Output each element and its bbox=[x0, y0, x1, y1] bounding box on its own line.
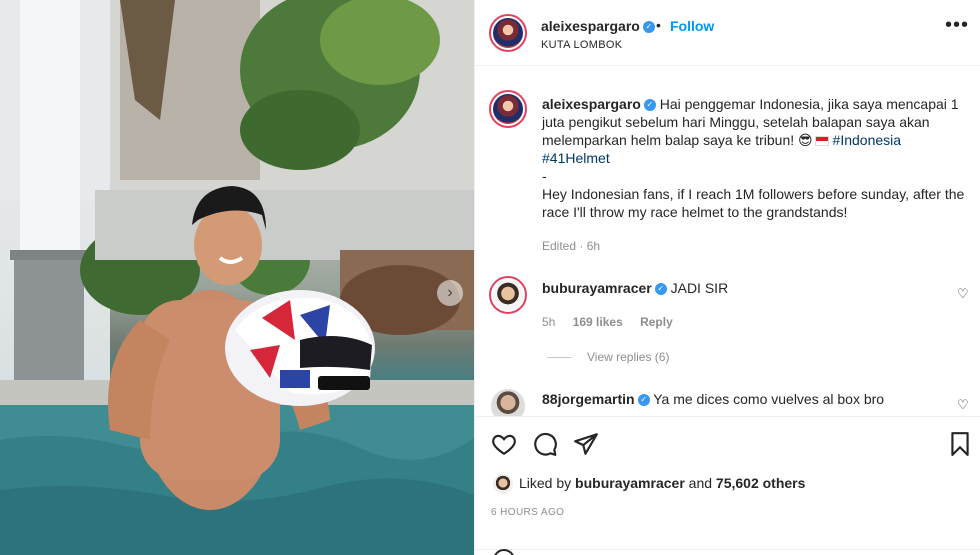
liked-by-user[interactable]: buburayamracer bbox=[575, 475, 685, 491]
author-username-text: aleixespargaro bbox=[541, 18, 640, 34]
comment-item: buburayamracer ✓ JADI SIR bbox=[542, 280, 728, 296]
caption-avatar-image bbox=[493, 94, 523, 124]
comment-meta: 5h 169 likes Reply bbox=[542, 315, 687, 329]
view-replies-button[interactable]: View replies (6) bbox=[547, 350, 669, 364]
caption-username[interactable]: aleixespargaro ✓ bbox=[542, 96, 656, 112]
caption-dash: - bbox=[542, 168, 547, 184]
caption-edited-time: Edited · 6h bbox=[542, 239, 601, 253]
post-timestamp[interactable]: 6 HOURS AGO bbox=[491, 507, 564, 518]
liked-by-summary[interactable]: Liked by buburayamracer and 75,602 other… bbox=[519, 475, 805, 491]
comment-username-text: 88jorgemartin bbox=[542, 391, 635, 407]
sunglasses-emoji-icon: 😎 bbox=[798, 132, 813, 148]
liked-by-avatar[interactable] bbox=[493, 474, 513, 494]
comment-username[interactable]: 88jorgemartin ✓ bbox=[542, 391, 650, 407]
comment-like-heart-icon[interactable]: ♡ bbox=[957, 286, 969, 302]
caption-author-avatar[interactable] bbox=[489, 90, 527, 128]
comment-item: 88jorgemartin ✓ Ya me dices como vuelves … bbox=[542, 391, 884, 407]
comment-reply-button[interactable]: Reply bbox=[640, 315, 673, 329]
verified-badge-icon: ✓ bbox=[643, 99, 656, 112]
author-avatar-image bbox=[493, 18, 523, 48]
photo-scene bbox=[0, 0, 474, 555]
comment-bubble-icon[interactable] bbox=[532, 431, 558, 457]
verified-badge-icon: ✓ bbox=[642, 21, 655, 34]
comment-avatar[interactable] bbox=[489, 276, 527, 314]
liked-by-count[interactable]: 75,602 others bbox=[716, 475, 806, 491]
author-avatar[interactable] bbox=[489, 14, 527, 52]
caption-username-text: aleixespargaro bbox=[542, 96, 641, 112]
hashtag-indonesia[interactable]: #Indonesia bbox=[833, 132, 902, 148]
comment-likes-count[interactable]: 169 likes bbox=[573, 315, 623, 329]
comment-like-heart-icon[interactable]: ♡ bbox=[957, 397, 969, 413]
comment-text: Ya me dices como vuelves al box bro bbox=[653, 391, 885, 407]
comments-list[interactable]: aleixespargaro ✓ Hai penggemar Indonesia,… bbox=[475, 67, 980, 416]
comment-box-divider bbox=[475, 549, 980, 550]
post-sidebar: aleixespargaro ✓ • Follow KUTA LOMBOK •••… bbox=[474, 0, 980, 555]
comment-age: 5h bbox=[542, 315, 556, 329]
post-caption: aleixespargaro ✓ Hai penggemar Indonesia,… bbox=[542, 95, 974, 221]
chevron-right-icon: › bbox=[447, 284, 453, 301]
more-options-icon[interactable]: ••• bbox=[945, 15, 969, 35]
paper-plane-icon[interactable] bbox=[573, 431, 599, 457]
comment-username-text: buburayamracer bbox=[542, 280, 652, 296]
author-username[interactable]: aleixespargaro ✓ bbox=[541, 18, 655, 34]
comment-avatar-image bbox=[493, 280, 523, 310]
comment-text: JADI SIR bbox=[670, 280, 729, 296]
post-actions: Liked by buburayamracer and 75,602 other… bbox=[475, 416, 980, 555]
follow-button[interactable]: Follow bbox=[670, 18, 714, 34]
carousel-next-button[interactable]: › bbox=[437, 280, 463, 306]
post-photo[interactable]: › bbox=[0, 0, 474, 555]
bookmark-icon[interactable] bbox=[947, 431, 973, 457]
header-separator: • bbox=[656, 17, 661, 33]
view-replies-line bbox=[547, 357, 571, 359]
indonesia-flag-icon bbox=[814, 136, 829, 146]
liked-by-prefix: Liked by bbox=[519, 475, 572, 491]
comment-avatar[interactable] bbox=[491, 389, 525, 416]
verified-badge-icon: ✓ bbox=[637, 394, 650, 407]
post-location[interactable]: KUTA LOMBOK bbox=[541, 39, 622, 51]
caption-text-english: Hey Indonesian fans, if I reach 1M follo… bbox=[542, 186, 965, 220]
comment-username[interactable]: buburayamracer ✓ bbox=[542, 280, 667, 296]
hashtag-41helmet[interactable]: #41Helmet bbox=[542, 150, 610, 166]
verified-badge-icon: ✓ bbox=[654, 283, 667, 296]
post-header: aleixespargaro ✓ • Follow KUTA LOMBOK ••• bbox=[475, 0, 980, 66]
view-replies-label: View replies (6) bbox=[587, 350, 670, 364]
like-heart-icon[interactable] bbox=[491, 431, 517, 457]
liked-by-joiner: and bbox=[688, 475, 713, 491]
